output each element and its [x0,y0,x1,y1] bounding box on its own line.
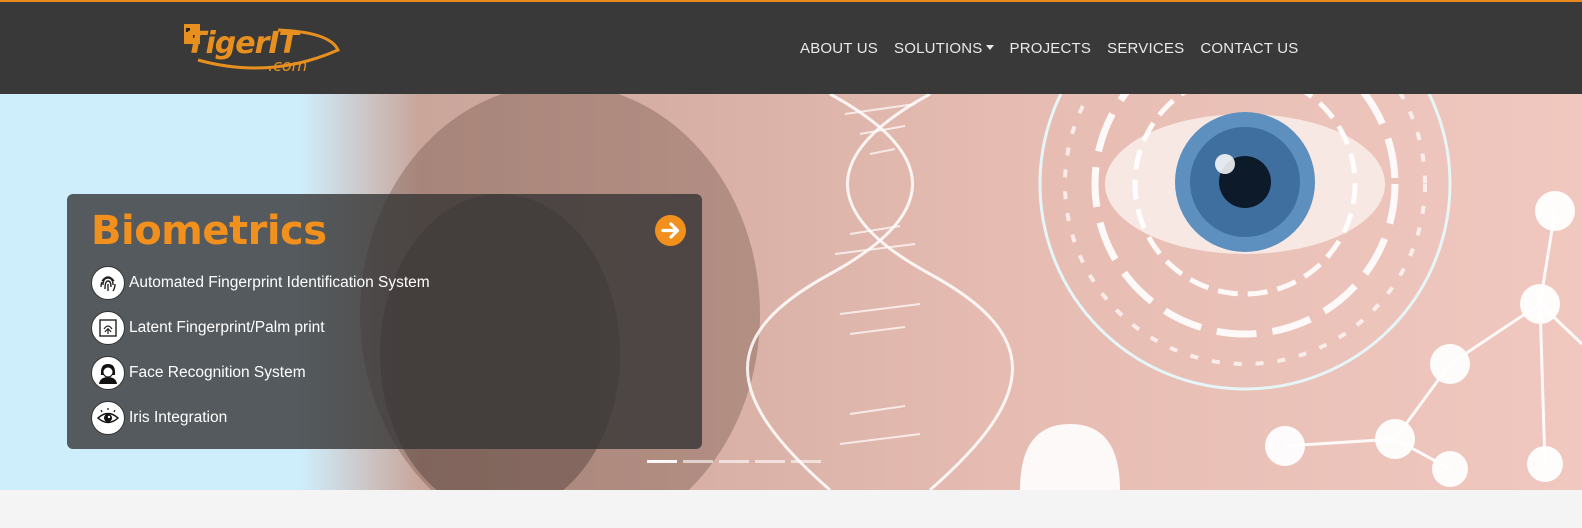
logo-domain: .com [268,56,308,75]
fingerprint-icon [91,265,125,300]
nav-solutions-label: SOLUTIONS [894,40,983,57]
chevron-down-icon [985,45,994,50]
panel-title: Biometrics [91,208,327,254]
site-header: TigerIT .com ABOUT US SOLUTIONS PROJECTS… [0,0,1582,94]
solution-list: Automated Fingerprint Identification Sys… [91,260,430,440]
page-content-strip [0,490,1582,528]
nav-projects[interactable]: PROJECTS [1010,40,1092,57]
list-item-face-recognition[interactable]: Face Recognition System [91,350,430,395]
list-item-iris-integration[interactable]: Iris Integration [91,395,430,440]
carousel-indicator-1[interactable] [647,460,677,463]
solution-panel: Biometrics Automated Fingerprint Identif… [67,194,702,449]
list-item-afis[interactable]: Automated Fingerprint Identification Sys… [91,260,430,305]
carousel-indicator-4[interactable] [755,460,785,463]
list-item-latent-print[interactable]: Latent Fingerprint/Palm print [91,305,430,350]
latent-print-icon [91,310,125,345]
site-logo[interactable]: TigerIT .com [180,20,346,78]
nav-services[interactable]: SERVICES [1107,40,1184,57]
nav-contact-us[interactable]: CONTACT US [1200,40,1298,57]
nav-solutions[interactable]: SOLUTIONS [894,40,994,57]
nav-about-us[interactable]: ABOUT US [800,40,878,57]
carousel-indicator-2[interactable] [683,460,713,463]
carousel-indicators [647,460,821,463]
list-item-label: Automated Fingerprint Identification Sys… [129,273,430,291]
main-nav: ABOUT US SOLUTIONS PROJECTS SERVICES CON… [800,40,1298,57]
list-item-label: Latent Fingerprint/Palm print [129,318,325,336]
face-icon [91,355,125,390]
carousel-indicator-3[interactable] [719,460,749,463]
carousel-indicator-5[interactable] [791,460,821,463]
next-arrow-button[interactable] [655,215,686,246]
arrow-right-circle-icon [661,222,680,239]
list-item-label: Face Recognition System [129,363,306,381]
eye-icon [91,400,125,435]
list-item-label: Iris Integration [129,408,228,426]
